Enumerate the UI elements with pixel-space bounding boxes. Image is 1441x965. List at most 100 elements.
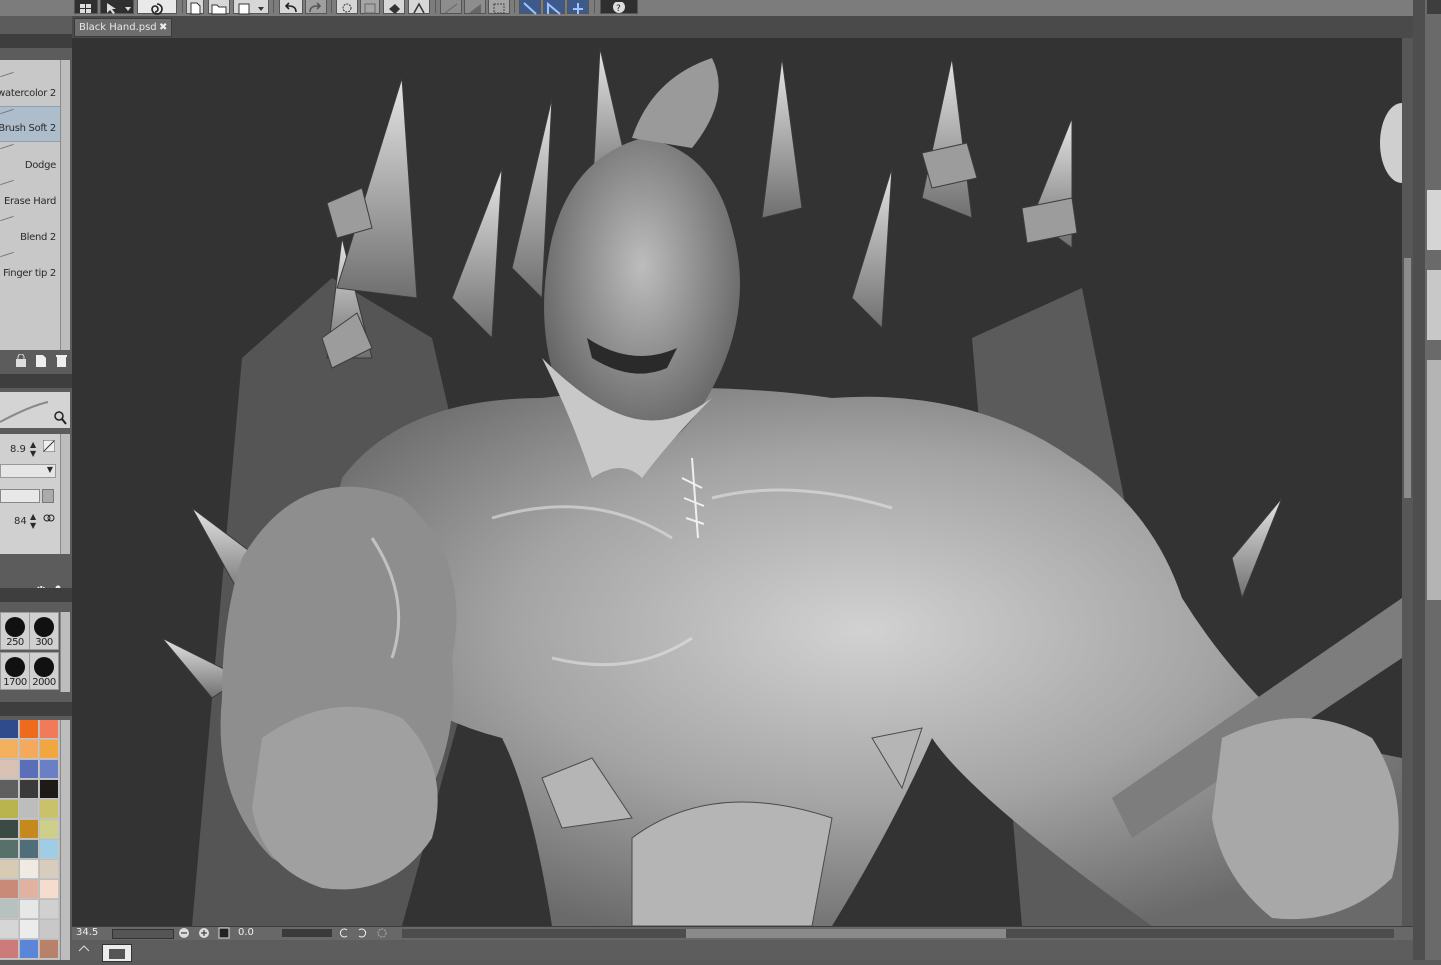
color-swatch[interactable] [0,900,19,919]
reset-rotation-icon[interactable] [376,927,388,939]
snap-special-ruler-button[interactable] [543,0,565,15]
timeline-thumbnail[interactable] [102,944,132,962]
color-swatch[interactable] [40,740,59,759]
color-swatch[interactable] [40,840,59,859]
color-swatch[interactable] [0,940,19,959]
color-swatch[interactable] [20,840,39,859]
brush-item[interactable]: Blend 2 [0,214,60,250]
opacity-stepper[interactable]: ▲ ▼ [30,512,36,530]
color-swatch[interactable] [40,900,59,919]
redo-button[interactable] [305,0,327,14]
brush-item-selected[interactable]: Brush Soft 2 [0,106,60,142]
color-swatch[interactable] [20,720,39,739]
color-swatch[interactable] [40,860,59,879]
color-swatch[interactable] [40,720,59,739]
brush-item[interactable]: Finger tip 2 [0,250,60,286]
color-swatch[interactable] [20,740,39,759]
select-all-button[interactable] [488,0,510,14]
property-scrollbar[interactable] [60,434,70,554]
color-swatch[interactable] [20,860,39,879]
blend-mode-dropdown[interactable]: ▼ [0,464,56,478]
color-swatch[interactable] [40,880,59,899]
lock-icon[interactable] [14,354,28,368]
snap-grid-button[interactable] [567,0,589,14]
pressure-graph-icon[interactable] [43,440,55,452]
color-swatch[interactable] [40,820,59,839]
color-swatch[interactable] [0,820,19,839]
scrollbar-thumb[interactable] [686,929,1006,938]
brush-item[interactable]: watercolor 2 [0,70,60,106]
color-swatch[interactable] [20,880,39,899]
brush-size-preset[interactable]: 1700 [0,652,30,690]
color-swatch[interactable] [0,740,19,759]
canvas[interactable] [72,38,1402,926]
chevron-up-icon[interactable] [78,944,90,952]
brush-size-preset[interactable]: 300 [29,612,59,650]
color-swatch[interactable] [20,800,39,819]
color-swatch[interactable] [0,720,19,739]
canvas-vertical-scrollbar[interactable] [1402,38,1413,926]
color-swatch[interactable] [0,760,19,779]
dock-panel-tabs[interactable] [1427,190,1441,250]
color-swatch[interactable] [40,760,59,779]
swirl-logo-button[interactable] [137,0,177,15]
color-swatch[interactable] [40,780,59,799]
transform-button[interactable] [408,0,430,14]
brush-size-scrollbar[interactable] [60,612,70,692]
color-swatch[interactable] [0,840,19,859]
color-swatch[interactable] [0,780,19,799]
quick-access-button[interactable] [100,0,134,14]
undo-button[interactable] [279,0,303,14]
brush-item[interactable]: Erase Hard [0,178,60,214]
rotate-right-icon[interactable] [356,927,368,939]
color-slider[interactable] [0,489,40,503]
link-icon[interactable] [43,512,55,524]
fit-screen-icon[interactable] [218,927,230,939]
open-file-button[interactable] [208,0,230,15]
clear-button[interactable] [336,0,358,14]
brush-size-preset[interactable]: 250 [0,612,30,650]
slider-arrow-button[interactable] [42,489,54,503]
zoom-value[interactable]: 34.5 [76,927,98,938]
scrollbar-thumb[interactable] [1404,258,1411,498]
dock-panel-tabs[interactable] [1427,270,1441,340]
canvas-horizontal-scrollbar[interactable] [402,929,1394,938]
color-swatch[interactable] [0,880,19,899]
workspace-grid-button[interactable] [74,0,98,14]
rotation-slider[interactable] [282,929,332,937]
new-file-button[interactable] [186,0,204,15]
color-swatch[interactable] [20,920,39,939]
snap-ruler-button[interactable] [519,0,541,15]
magnifier-icon[interactable] [52,410,68,426]
color-swatch[interactable] [20,760,39,779]
fill-button[interactable] [383,0,405,14]
rotation-value[interactable]: 0.0 [238,927,254,938]
opacity-value[interactable]: 84 [14,516,27,527]
color-swatch[interactable] [40,800,59,819]
document-tab[interactable]: Black Hand.psd ✖ [74,18,172,37]
color-swatch[interactable] [20,900,39,919]
color-swatch[interactable] [0,860,19,879]
save-dropdown-button[interactable] [233,0,269,15]
color-swatch[interactable] [20,820,39,839]
color-swatch[interactable] [0,920,19,939]
brush-item[interactable]: Dodge [0,142,60,178]
invert-selection-button[interactable] [464,0,486,14]
brush-size-preset[interactable]: 2000 [29,652,59,690]
deselect-button[interactable] [440,0,462,14]
zoom-slider[interactable] [112,929,174,939]
brush-size-stepper[interactable]: ▲ ▼ [30,440,36,458]
zoom-out-icon[interactable] [178,927,190,939]
new-brush-icon[interactable] [34,354,48,368]
color-swatch[interactable] [40,940,59,959]
clear-outside-button[interactable] [360,0,380,14]
dock-layer-strip[interactable] [1427,360,1441,600]
color-swatch[interactable] [40,920,59,939]
help-button[interactable]: ? [600,0,638,14]
brush-list-scrollbar[interactable] [60,60,70,360]
dock-divider[interactable] [1413,0,1425,960]
color-swatch[interactable] [0,800,19,819]
trash-icon[interactable] [54,354,68,368]
brush-size-value[interactable]: 8.9 [10,444,26,455]
rotate-left-icon[interactable] [338,927,350,939]
